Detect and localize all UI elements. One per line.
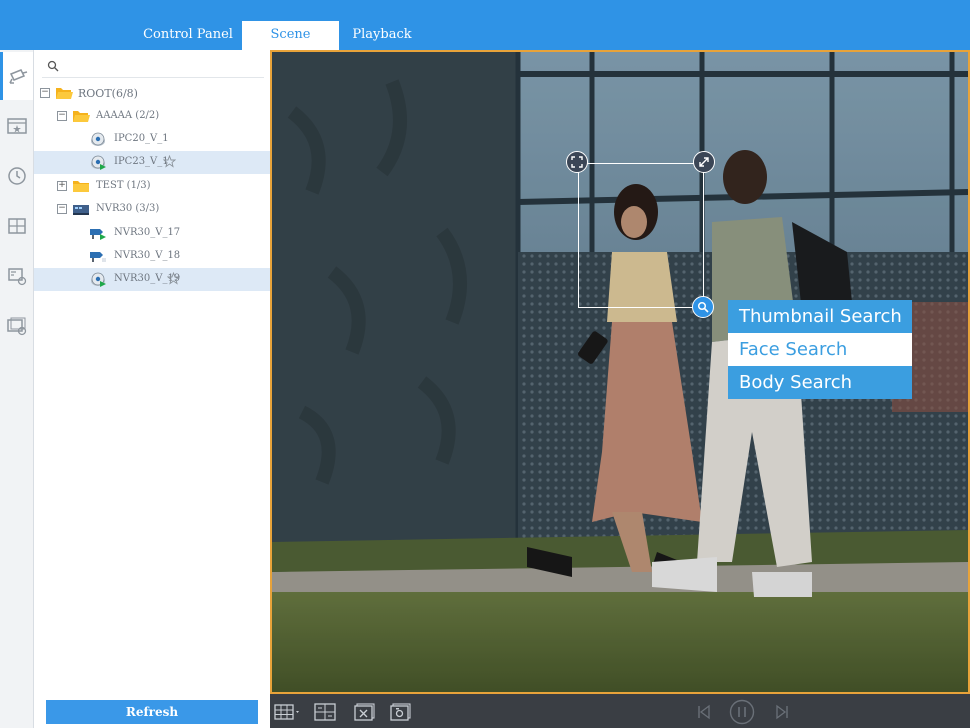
body-search-item[interactable]: Body Search bbox=[728, 366, 912, 399]
sequence-icon bbox=[6, 317, 26, 336]
history-button[interactable] bbox=[0, 152, 33, 200]
star-icon[interactable] bbox=[167, 272, 180, 285]
diagonal-resize-icon bbox=[699, 157, 709, 167]
view-refresh-icon bbox=[7, 268, 26, 286]
tree-node-ipc20[interactable]: IPC20_V_1 bbox=[34, 128, 270, 151]
collapse-toggle[interactable]: − bbox=[57, 204, 67, 214]
tree-label: NVR30_V_17 bbox=[114, 227, 181, 238]
step-forward-icon bbox=[776, 704, 788, 720]
tree-node-nvr30-18[interactable]: NVR30_V_18 bbox=[34, 245, 270, 268]
video-viewport[interactable]: Thumbnail Search Face Search Body Search bbox=[270, 50, 970, 694]
tree-node-nvr30-17[interactable]: NVR30_V_17 bbox=[34, 222, 270, 245]
tree-node-ipc23[interactable]: IPC23_V_1 bbox=[34, 151, 270, 174]
dome-camera-online-icon bbox=[91, 272, 106, 287]
refresh-button[interactable]: Refresh bbox=[46, 700, 258, 724]
selection-box[interactable] bbox=[578, 163, 704, 308]
fullscreen-handle[interactable] bbox=[566, 151, 588, 173]
snapshot-all-button[interactable] bbox=[390, 702, 412, 722]
clock-icon bbox=[7, 167, 26, 185]
close-window-icon bbox=[354, 703, 375, 721]
folder-open-icon bbox=[56, 88, 73, 99]
tab-playback[interactable]: Playback bbox=[340, 21, 424, 50]
layout-select-button[interactable] bbox=[274, 702, 302, 722]
layout-button[interactable] bbox=[0, 202, 33, 250]
previous-frame-button[interactable] bbox=[696, 702, 712, 722]
star-icon[interactable] bbox=[163, 155, 176, 168]
camera-tree-button[interactable] bbox=[0, 52, 33, 100]
device-tree-panel: − ROOT(6/8) − AAAAA (2/2) IPC20_V_1 IPC2… bbox=[34, 50, 270, 728]
sequence-button[interactable] bbox=[0, 302, 33, 350]
dome-camera-online-icon bbox=[91, 155, 106, 170]
thumbnail-search-item[interactable]: Thumbnail Search bbox=[728, 300, 912, 333]
tree-label: TEST (1/3) bbox=[96, 180, 151, 191]
star-folder-icon bbox=[6, 118, 27, 134]
tree-label: ROOT(6/8) bbox=[78, 87, 138, 100]
face-search-item[interactable]: Face Search bbox=[728, 333, 912, 366]
tree-node-test[interactable]: + TEST (1/3) bbox=[34, 175, 270, 198]
tree-label: NVR30_V_18 bbox=[114, 250, 181, 261]
tree-label: AAAAA (2/2) bbox=[96, 110, 160, 121]
resize-handle[interactable] bbox=[693, 151, 715, 173]
nvr-device-icon bbox=[73, 205, 89, 215]
favorites-folder-button[interactable] bbox=[0, 102, 33, 150]
view-refresh-button[interactable] bbox=[0, 252, 33, 300]
tree-label: NVR30 (3/3) bbox=[96, 203, 160, 214]
tree-label: IPC23_V_1 bbox=[114, 156, 169, 167]
expand-icon bbox=[571, 156, 583, 168]
folder-open-icon bbox=[73, 111, 90, 122]
next-frame-button[interactable] bbox=[774, 702, 790, 722]
expand-toggle[interactable]: + bbox=[57, 181, 67, 191]
split-view-icon bbox=[314, 703, 336, 721]
icon-rail bbox=[0, 50, 34, 728]
tree-node-root[interactable]: − ROOT(6/8) bbox=[34, 82, 270, 105]
pause-icon bbox=[729, 699, 755, 725]
tree-node-group-a[interactable]: − AAAAA (2/2) bbox=[34, 105, 270, 128]
split-view-button[interactable] bbox=[314, 702, 336, 722]
bullet-camera-online-icon bbox=[90, 229, 106, 240]
magnifier-icon bbox=[697, 301, 709, 313]
top-bar: Control Panel Scene Playback bbox=[0, 0, 970, 50]
collapse-toggle[interactable]: − bbox=[57, 111, 67, 121]
search-icon bbox=[47, 60, 59, 72]
collapse-toggle[interactable]: − bbox=[40, 88, 50, 98]
close-all-button[interactable] bbox=[354, 702, 376, 722]
tree-label: IPC20_V_1 bbox=[114, 133, 169, 144]
grid-layout-icon bbox=[7, 218, 26, 234]
grid-layout-icon bbox=[274, 704, 299, 720]
search-handle[interactable] bbox=[692, 296, 714, 318]
dome-camera-icon bbox=[91, 132, 105, 146]
snapshot-icon bbox=[390, 703, 411, 721]
search-context-menu: Thumbnail Search Face Search Body Search bbox=[728, 300, 912, 399]
folder-icon bbox=[73, 181, 89, 192]
search-bar bbox=[42, 56, 264, 78]
tab-scene[interactable]: Scene bbox=[242, 21, 339, 50]
step-backward-icon bbox=[698, 704, 710, 720]
playback-toolbar bbox=[270, 694, 970, 728]
search-input[interactable] bbox=[64, 58, 260, 74]
tab-control-panel[interactable]: Control Panel bbox=[136, 21, 240, 50]
camera-icon bbox=[9, 69, 28, 84]
tree-node-nvr30-19[interactable]: NVR30_V_19 bbox=[34, 268, 270, 291]
bullet-camera-icon bbox=[90, 252, 106, 262]
pause-button[interactable] bbox=[729, 699, 755, 725]
tree-node-nvr30[interactable]: − NVR30 (3/3) bbox=[34, 198, 270, 221]
